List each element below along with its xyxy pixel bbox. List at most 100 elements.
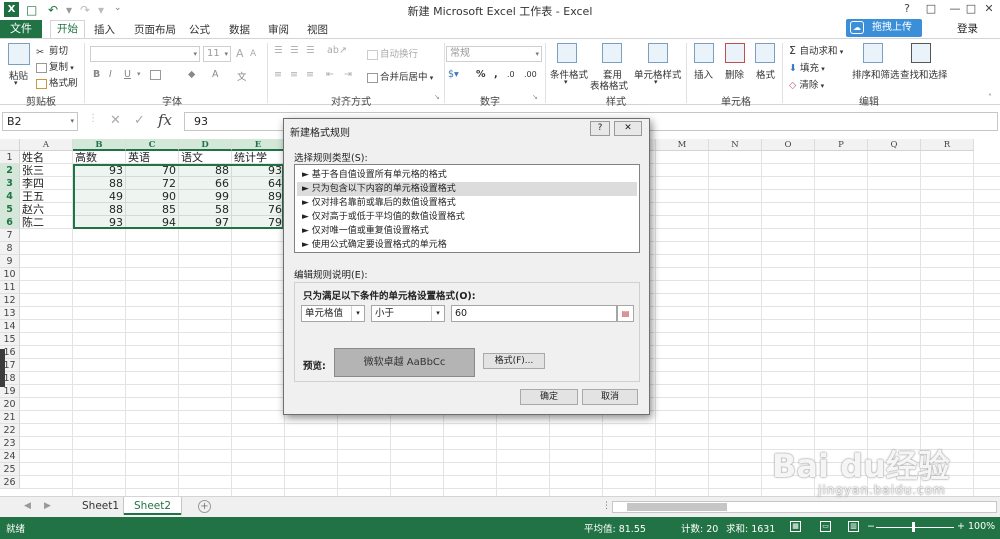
number-format-combo[interactable]: 常规 ▾ xyxy=(446,46,542,62)
cell-header[interactable]: 姓名 xyxy=(20,151,73,164)
align-left-icon[interactable]: ≡ xyxy=(274,69,282,80)
italic-button[interactable]: I xyxy=(109,69,112,80)
comma-button[interactable]: , xyxy=(494,69,498,80)
name-box[interactable]: B2 ▾ xyxy=(2,112,78,131)
increase-indent-icon[interactable]: ⇥ xyxy=(344,69,352,80)
column-header[interactable]: P xyxy=(815,139,868,151)
tab-review[interactable]: 审阅 xyxy=(268,22,289,37)
zoom-in-button[interactable]: + xyxy=(957,521,965,532)
undo-dropdown-icon[interactable]: ▾ xyxy=(66,3,72,17)
font-size-combo[interactable]: 11 ▾ xyxy=(203,46,231,62)
font-name-combo[interactable]: ▾ xyxy=(90,46,200,62)
align-center-icon[interactable]: ≡ xyxy=(290,69,298,80)
middle-align-icon[interactable]: ☰ xyxy=(290,45,299,56)
select-all-corner[interactable] xyxy=(0,139,20,151)
conditional-format-button[interactable]: 条件格式 xyxy=(550,67,588,81)
orientation-icon[interactable]: ab↗ xyxy=(327,45,347,56)
column-header[interactable]: Q xyxy=(868,139,921,151)
row-header[interactable]: 2 xyxy=(0,164,20,177)
tab-data[interactable]: 数据 xyxy=(229,22,250,37)
add-sheet-button[interactable]: + xyxy=(198,500,211,513)
dialog-launcher-icon[interactable]: ↘ xyxy=(532,93,538,101)
login-link[interactable]: 登录 xyxy=(957,21,978,36)
customize-qat-icon[interactable]: ⌄ xyxy=(114,3,122,13)
row-header[interactable]: 26 xyxy=(0,476,20,489)
rule-type-item[interactable]: ► 使用公式确定要设置格式的单元格 xyxy=(297,238,637,252)
column-header[interactable]: B xyxy=(73,139,126,151)
column-header[interactable]: M xyxy=(656,139,709,151)
percent-button[interactable]: % xyxy=(476,69,486,80)
undo-icon[interactable]: ↶ xyxy=(48,3,58,17)
ribbon-display-button[interactable]: □ xyxy=(922,2,940,15)
row-header[interactable]: 15 xyxy=(0,333,20,346)
find-select-button[interactable]: 查找和选择 xyxy=(900,67,948,81)
confirm-entry-icon[interactable]: ✓ xyxy=(134,113,145,128)
tab-page-layout[interactable]: 页面布局 xyxy=(134,22,176,37)
clear-button[interactable]: ◇ 清除 ▾ xyxy=(789,77,824,91)
range-picker-icon[interactable]: ▤ xyxy=(617,305,634,322)
increase-decimal-icon[interactable]: .0 xyxy=(507,70,515,79)
column-header[interactable]: E xyxy=(232,139,285,151)
column-header[interactable]: A xyxy=(20,139,73,151)
row-header[interactable]: 9 xyxy=(0,255,20,268)
rule-type-item[interactable]: ► 仅对高于或低于平均值的数值设置格式 xyxy=(297,210,637,224)
rule-type-item[interactable]: ► 基于各自值设置所有单元格的格式 xyxy=(297,168,637,182)
side-panel-handle[interactable] xyxy=(0,349,5,387)
column-header[interactable]: R xyxy=(921,139,974,151)
paste-button[interactable]: 粘贴 xyxy=(9,68,28,82)
tab-view[interactable]: 视图 xyxy=(307,22,328,37)
row-header[interactable]: 24 xyxy=(0,450,20,463)
insert-cells-button[interactable]: 插入 xyxy=(694,67,713,81)
align-right-icon[interactable]: ≡ xyxy=(306,69,314,80)
rule-type-list[interactable]: ► 基于各自值设置所有单元格的格式 ► 只为包含以下内容的单元格设置格式 ► 仅… xyxy=(294,164,640,253)
scrollbar-thumb[interactable] xyxy=(627,503,727,511)
page-layout-view-icon[interactable]: ▭ xyxy=(820,521,831,532)
prev-sheet-icon[interactable]: ◀ xyxy=(24,501,31,511)
wrap-text-button[interactable]: 自动换行 xyxy=(367,46,418,60)
tab-home[interactable]: 开始 xyxy=(50,20,85,39)
zoom-slider[interactable] xyxy=(876,527,954,528)
cell-header[interactable]: 英语 xyxy=(126,151,179,164)
tab-formulas[interactable]: 公式 xyxy=(189,22,210,37)
fill-color-icon[interactable]: ◆ xyxy=(188,69,195,80)
row-header[interactable]: 13 xyxy=(0,307,20,320)
fill-button[interactable]: ⬇ 填充 ▾ xyxy=(789,60,825,74)
currency-icon[interactable]: $▾ xyxy=(448,69,459,80)
tab-file[interactable]: 文件 xyxy=(0,20,42,38)
zoom-out-button[interactable]: − xyxy=(867,521,875,532)
sheet-tab-active[interactable]: Sheet2 xyxy=(124,497,182,515)
zoom-slider-handle[interactable] xyxy=(912,522,915,532)
collapse-ribbon-icon[interactable]: ˄ xyxy=(988,93,992,102)
zoom-level[interactable]: 100% xyxy=(968,521,995,532)
condition-subject-select[interactable]: 单元格值 ▾ xyxy=(301,305,365,322)
insert-function-icon[interactable]: fx xyxy=(158,111,172,129)
phonetic-button[interactable]: 文 xyxy=(237,69,247,83)
upload-button[interactable]: ☁ 拖拽上传 xyxy=(846,19,922,37)
page-break-view-icon[interactable]: ▥ xyxy=(848,521,859,532)
row-header[interactable]: 12 xyxy=(0,294,20,307)
sheet-tab[interactable]: Sheet1 xyxy=(72,497,129,515)
column-header[interactable]: D xyxy=(179,139,232,151)
delete-cells-icon[interactable] xyxy=(725,43,745,63)
row-header[interactable]: 7 xyxy=(0,229,20,242)
normal-view-icon[interactable]: ▦ xyxy=(790,521,801,532)
condition-operator-select[interactable]: 小于 ▾ xyxy=(371,305,445,322)
tab-insert[interactable]: 插入 xyxy=(94,22,115,37)
grow-font-button[interactable]: A xyxy=(236,47,244,60)
cancel-entry-icon[interactable]: ✕ xyxy=(110,113,121,128)
help-button[interactable]: ? xyxy=(898,2,916,15)
ok-button[interactable]: 确定 xyxy=(520,389,578,405)
underline-dropdown-icon[interactable]: ▾ xyxy=(137,70,141,78)
row-header[interactable]: 4 xyxy=(0,190,20,203)
redo-icon[interactable]: ↷ xyxy=(80,3,90,17)
cell-name[interactable]: 陈二 xyxy=(20,216,73,229)
row-header[interactable]: 22 xyxy=(0,424,20,437)
paste-icon[interactable] xyxy=(8,43,30,65)
column-header[interactable]: C xyxy=(126,139,179,151)
dialog-launcher-icon[interactable]: ↘ xyxy=(434,93,440,101)
rule-type-item[interactable]: ► 仅对排名靠前或靠后的数值设置格式 xyxy=(297,196,637,210)
close-button[interactable]: ✕ xyxy=(980,2,998,15)
column-header[interactable]: O xyxy=(762,139,815,151)
next-sheet-icon[interactable]: ▶ xyxy=(44,501,51,511)
row-header[interactable]: 3 xyxy=(0,177,20,190)
